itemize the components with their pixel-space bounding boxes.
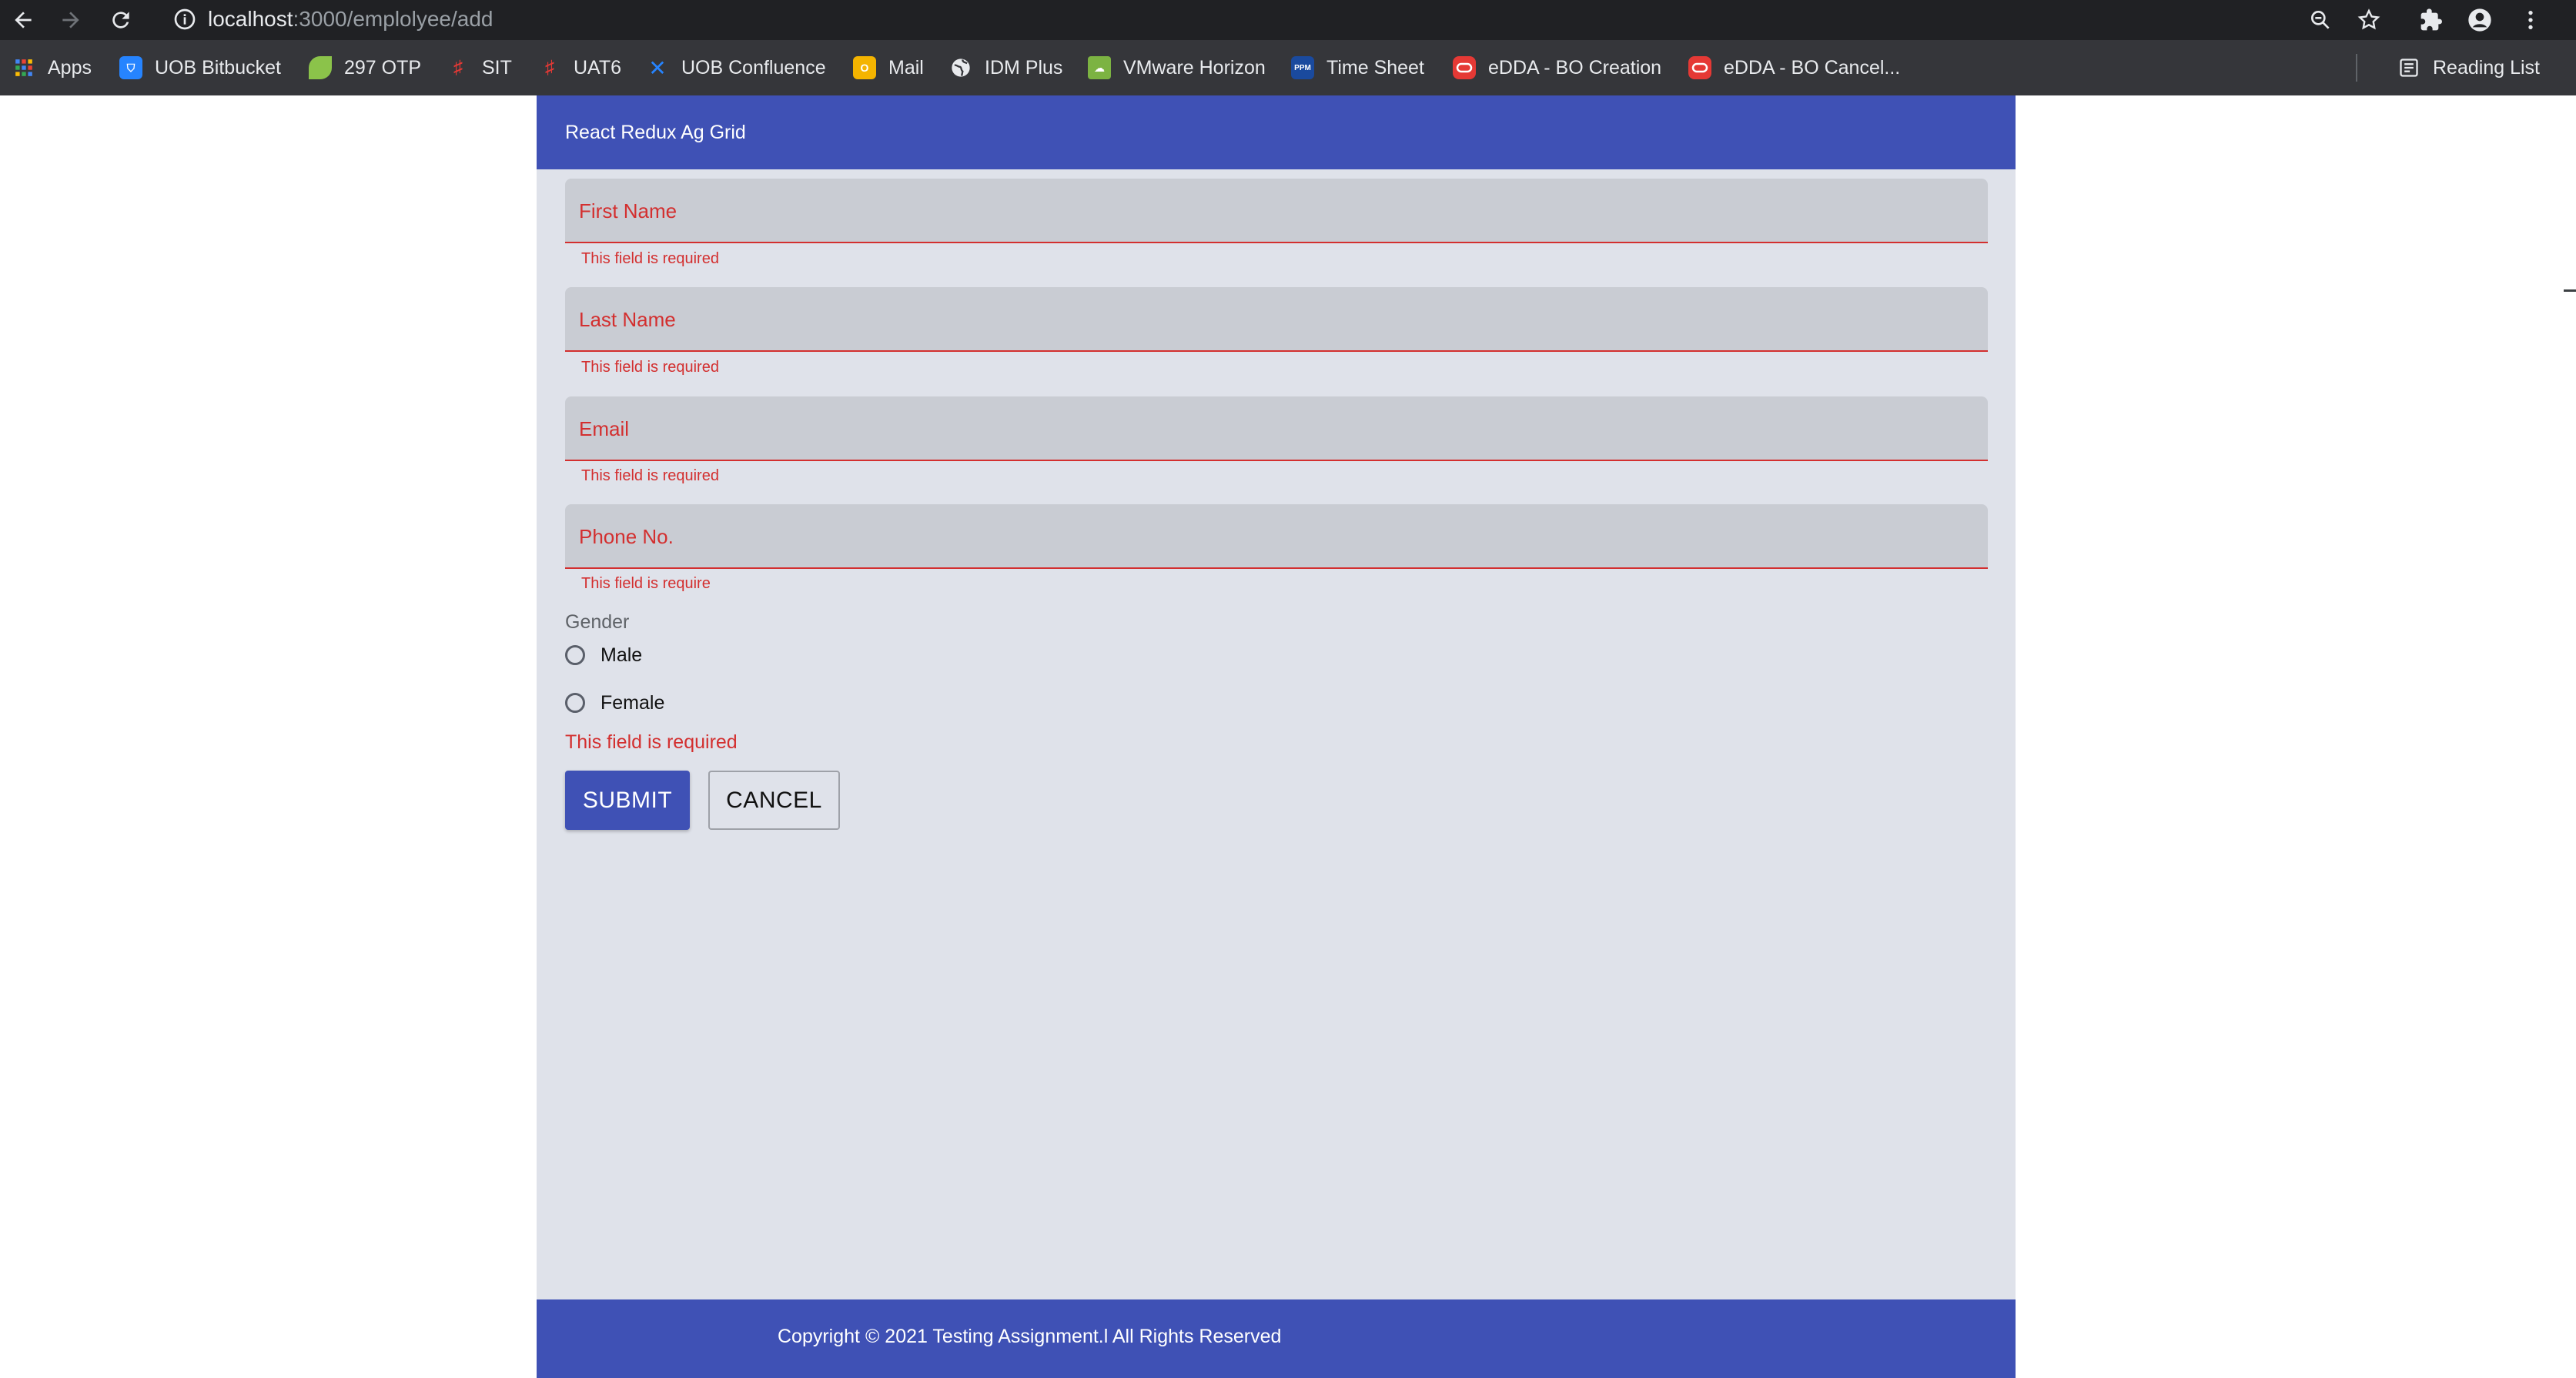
vmware-icon: ☁ — [1088, 56, 1111, 79]
phone-field[interactable]: Phone No. — [565, 504, 1988, 569]
first-name-field[interactable]: First Name — [565, 179, 1988, 243]
reload-icon[interactable] — [105, 5, 136, 35]
app-title: React Redux Ag Grid — [565, 122, 746, 143]
bitbucket-icon: ⛉ — [119, 56, 142, 79]
bookmark-uob-confluence[interactable]: ✕ UOB Confluence — [646, 54, 825, 82]
profile-avatar-icon[interactable] — [2464, 5, 2495, 35]
first-name-error: This field is required — [581, 250, 719, 267]
app-footer: Copyright © 2021 Testing Assignment.l Al… — [537, 1299, 2016, 1378]
radio-unchecked-icon[interactable] — [565, 645, 585, 665]
app-container: React Redux Ag Grid First Name This fiel… — [537, 95, 2016, 1378]
bookmark-297-otp[interactable]: 297 OTP — [309, 54, 421, 82]
url-text: localhost:3000/emplolyee/add — [208, 7, 493, 31]
bookmarks-divider — [2356, 54, 2357, 82]
site-info-icon[interactable] — [172, 7, 197, 32]
bookmark-uat6[interactable]: ♯ UAT6 — [538, 54, 621, 82]
cancel-button[interactable]: CANCEL — [708, 771, 840, 830]
gender-error: This field is required — [565, 731, 738, 753]
email-label: Email — [579, 417, 630, 440]
extensions-puzzle-icon[interactable] — [2416, 5, 2447, 35]
submit-button[interactable]: SUBMIT — [565, 771, 690, 830]
email-error: This field is required — [581, 467, 719, 484]
more-menu-icon[interactable] — [2515, 5, 2546, 35]
fence-icon: ♯ — [453, 57, 463, 78]
oracle-icon — [1688, 56, 1711, 79]
reading-list-icon — [2397, 56, 2420, 79]
radio-unchecked-icon[interactable] — [565, 693, 585, 713]
address-bar[interactable]: localhost:3000/emplolyee/add — [157, 0, 2374, 38]
last-name-field[interactable]: Last Name — [565, 287, 1988, 352]
bookmark-uob-bitbucket[interactable]: ⛉ UOB Bitbucket — [119, 54, 281, 82]
bookmark-time-sheet[interactable]: PPM Time Sheet — [1291, 54, 1424, 82]
mail-icon: O — [853, 56, 876, 79]
app-header: React Redux Ag Grid — [537, 95, 2016, 169]
globe-icon — [949, 56, 972, 79]
browser-toolbar: localhost:3000/emplolyee/add — [0, 0, 2576, 40]
fence-icon: ♯ — [545, 57, 554, 78]
bookmark-star-icon[interactable] — [2354, 5, 2384, 35]
bookmark-apps[interactable]: Apps — [12, 54, 92, 82]
bookmark-sit[interactable]: ♯ SIT — [447, 54, 512, 82]
gender-option-label: Male — [601, 644, 643, 666]
last-name-error: This field is required — [581, 359, 719, 376]
back-arrow-icon[interactable] — [8, 5, 38, 35]
bookmark-mail[interactable]: O Mail — [853, 54, 924, 82]
forward-arrow-icon[interactable] — [55, 5, 86, 35]
scrollbar-marker — [2564, 289, 2576, 292]
gender-label: Gender — [565, 611, 630, 633]
apps-grid-icon — [12, 56, 35, 79]
gender-option-female[interactable]: Female — [565, 687, 664, 718]
ppm-icon: PPM — [1291, 56, 1314, 79]
phone-label: Phone No. — [579, 525, 674, 548]
phone-error: This field is require — [581, 575, 711, 592]
last-name-label: Last Name — [579, 308, 676, 331]
oracle-icon — [1453, 56, 1476, 79]
bookmarks-bar: Apps ⛉ UOB Bitbucket 297 OTP ♯ SIT ♯ UAT6 ✕… — [0, 40, 2576, 95]
confluence-icon: ✕ — [648, 55, 667, 80]
reading-list-button[interactable]: Reading List — [2397, 54, 2540, 82]
bookmark-edda-bo-cancel[interactable]: eDDA - BO Cancel... — [1688, 54, 1900, 82]
footer-copyright: Copyright © 2021 Testing Assignment.l Al… — [778, 1326, 1282, 1347]
gender-option-label: Female — [601, 691, 665, 714]
bookmark-vmware-horizon[interactable]: ☁ VMware Horizon — [1088, 54, 1266, 82]
gender-option-male[interactable]: Male — [565, 640, 642, 671]
leaf-icon — [309, 56, 332, 79]
email-field[interactable]: Email — [565, 396, 1988, 461]
first-name-label: First Name — [579, 199, 677, 222]
zoom-icon[interactable] — [2305, 5, 2336, 35]
bookmark-edda-bo-creation[interactable]: eDDA - BO Creation — [1453, 54, 1661, 82]
bookmark-idm-plus[interactable]: IDM Plus — [949, 54, 1062, 82]
